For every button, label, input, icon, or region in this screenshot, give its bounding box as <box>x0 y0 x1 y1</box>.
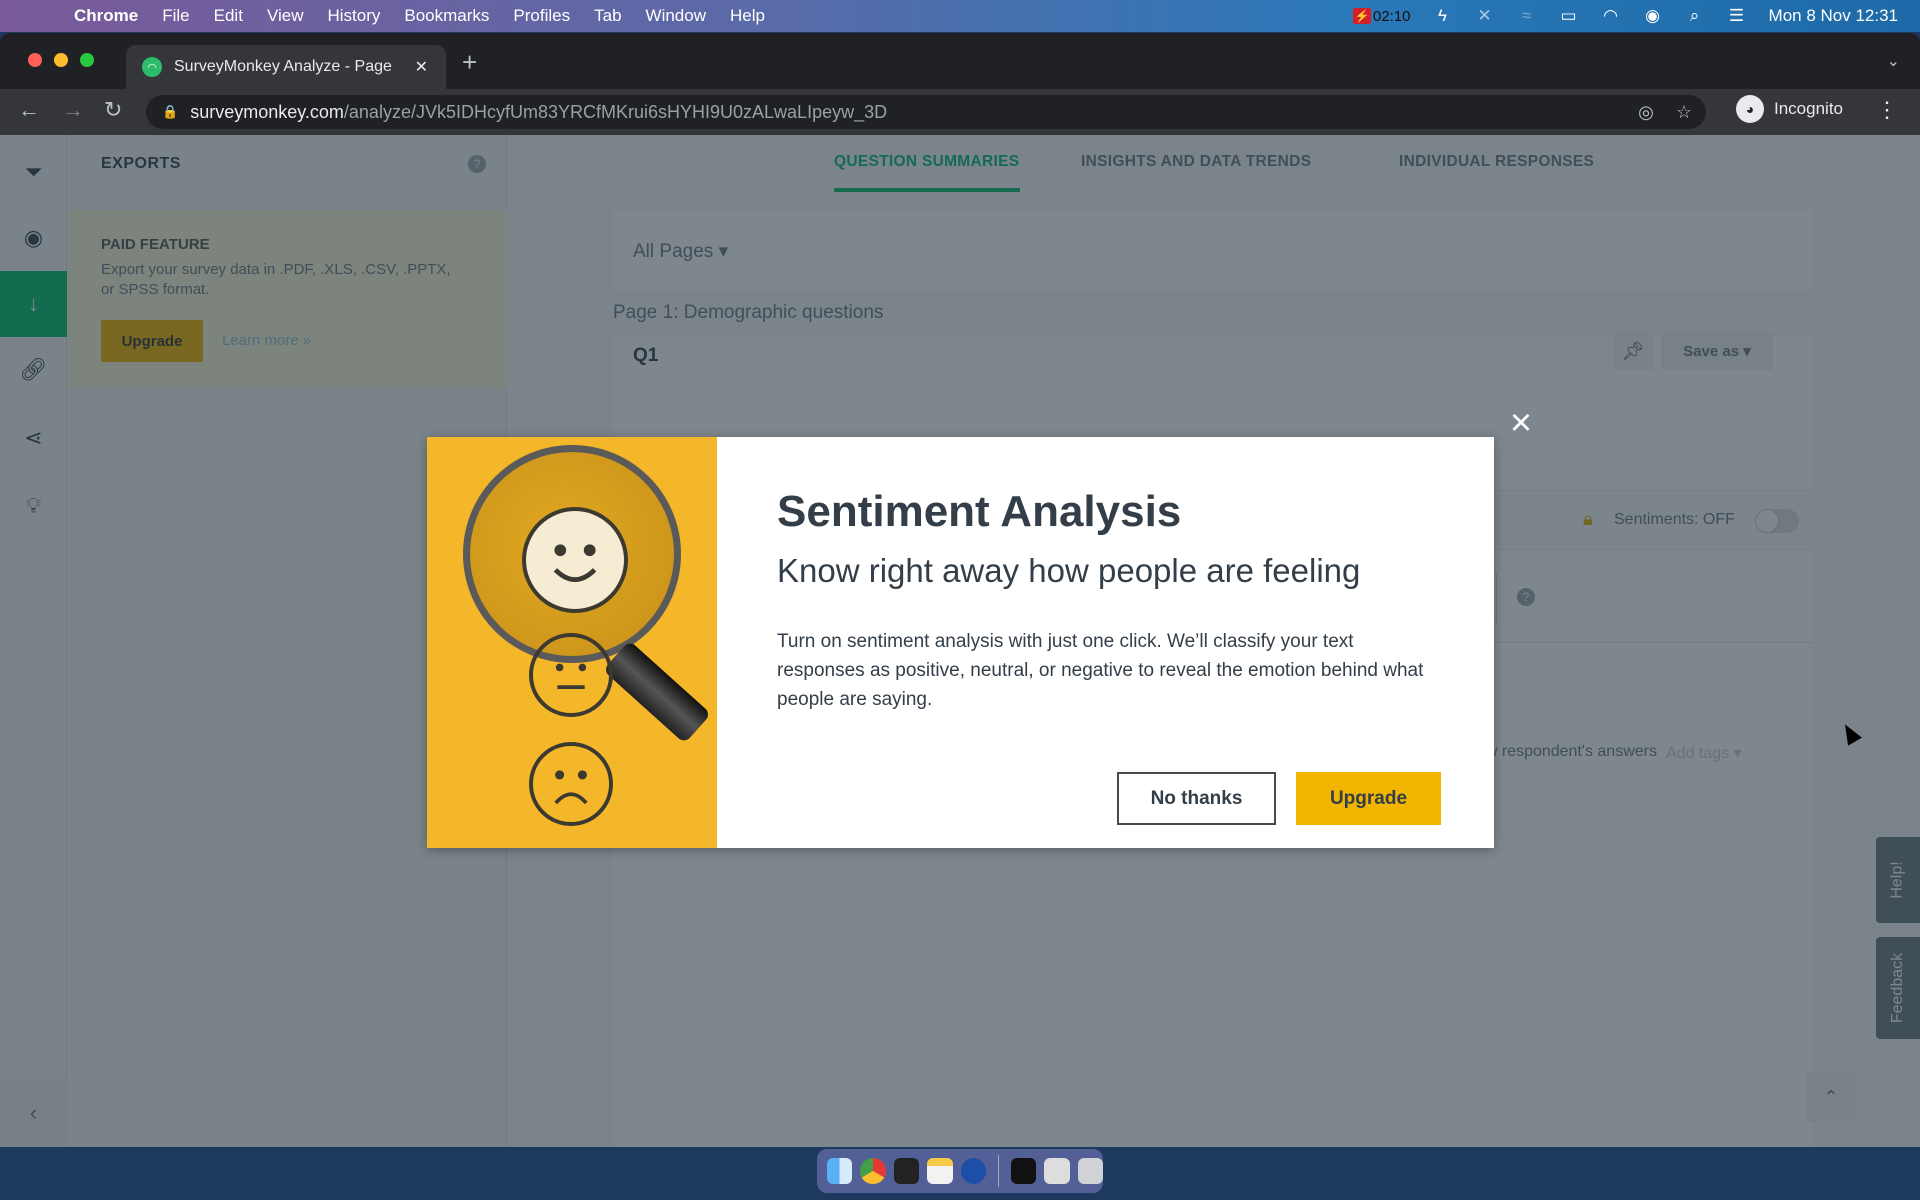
screen-recording-indicator[interactable]: ⚡ 02:10 <box>1352 7 1411 25</box>
trash-icon[interactable] <box>1077 1158 1103 1184</box>
menu-profiles[interactable]: Profiles <box>513 6 570 26</box>
chrome-icon[interactable] <box>860 1158 886 1184</box>
sentiment-illustration <box>427 437 717 848</box>
close-window-button[interactable] <box>28 53 42 67</box>
bolt-app-icon[interactable]: ϟ <box>1433 6 1453 26</box>
menu-app-name[interactable]: Chrome <box>74 6 138 26</box>
tab-search-chevron-icon[interactable]: ⌄ <box>1887 51 1900 71</box>
incognito-profile-button[interactable]: ◕ Incognito <box>1736 95 1843 123</box>
screen-recording-thumb-icon[interactable] <box>1010 1158 1037 1184</box>
happy-face-icon <box>522 507 628 613</box>
modal-close-icon[interactable]: × <box>1505 404 1537 442</box>
menu-view[interactable]: View <box>267 6 304 26</box>
browser-toolbar: ← → ↻ 🔒 surveymonkey.com/analyze/JVk5IDH… <box>0 89 1920 135</box>
control-center-icon[interactable]: ☰ <box>1727 6 1747 26</box>
terminal-icon[interactable] <box>893 1158 920 1184</box>
sad-face-icon <box>529 742 613 826</box>
url-host: surveymonkey.com <box>190 101 344 122</box>
tab-close-icon[interactable]: ✕ <box>415 57 428 77</box>
tab-title: SurveyMonkey Analyze - Page <box>174 58 392 75</box>
bluetooth-icon[interactable]: ✕ <box>1475 6 1495 26</box>
lock-icon[interactable]: 🔒 <box>162 104 178 120</box>
reload-icon[interactable]: ↻ <box>104 97 122 123</box>
tracking-blocked-eye-icon[interactable]: ◎ <box>1638 102 1654 123</box>
notes-icon[interactable] <box>927 1158 953 1184</box>
menu-tab[interactable]: Tab <box>594 6 621 26</box>
menu-file[interactable]: File <box>162 6 189 26</box>
recording-time: 02:10 <box>1372 7 1411 25</box>
reeder-icon[interactable] <box>960 1158 986 1184</box>
tab-strip: ◠ SurveyMonkey Analyze - Page ✕ + ⌄ <box>0 33 1920 89</box>
menu-bookmarks[interactable]: Bookmarks <box>404 6 489 26</box>
wifi-icon[interactable]: ◠ <box>1601 6 1621 26</box>
modal-subtitle: Know right away how people are feeling <box>777 552 1361 589</box>
surveymonkey-favicon: ◠ <box>142 57 162 77</box>
url-path: /analyze/JVk5IDHcyfUm83YRCfMKrui6sHYHI9U… <box>343 101 888 122</box>
menu-help[interactable]: Help <box>730 6 765 26</box>
airdrop-icon[interactable]: ≈ <box>1517 6 1537 26</box>
upgrade-button[interactable]: Upgrade <box>1296 772 1441 825</box>
minimize-window-button[interactable] <box>54 53 68 67</box>
record-icon: ⚡ <box>1352 8 1371 24</box>
modal-body: Sentiment Analysis Know right away how p… <box>717 437 1494 848</box>
forward-arrow-icon[interactable]: → <box>62 97 84 123</box>
modal-title: Sentiment Analysis <box>777 487 1182 536</box>
address-bar[interactable]: 🔒 surveymonkey.com/analyze/JVk5IDHcyfUm8… <box>146 95 1706 129</box>
back-arrow-icon[interactable]: ← <box>18 97 40 123</box>
browser-menu-kebab-icon[interactable]: ⋮ <box>1876 97 1898 123</box>
macos-dock <box>817 1149 1103 1193</box>
screenshot-thumb-icon[interactable] <box>1044 1158 1070 1184</box>
new-tab-button[interactable]: + <box>462 47 477 78</box>
menu-history[interactable]: History <box>327 6 380 26</box>
browser-tab-active[interactable]: ◠ SurveyMonkey Analyze - Page ✕ <box>126 45 446 89</box>
neutral-face-icon <box>529 633 613 717</box>
window-controls <box>28 53 94 67</box>
finder-icon[interactable] <box>827 1158 853 1184</box>
spotlight-search-icon[interactable]: ⌕ <box>1685 6 1705 26</box>
modal-description: Turn on sentiment analysis with just one… <box>777 631 1424 710</box>
battery-icon[interactable]: ▭ <box>1559 6 1579 26</box>
profile-label: Incognito <box>1774 99 1843 118</box>
menu-window[interactable]: Window <box>646 6 706 26</box>
user-icon[interactable]: ◉ <box>1643 6 1663 26</box>
bookmark-star-icon[interactable]: ☆ <box>1676 102 1692 123</box>
incognito-icon: ◕ <box>1736 95 1764 123</box>
maximize-window-button[interactable] <box>80 53 94 67</box>
no-thanks-button[interactable]: No thanks <box>1117 772 1276 825</box>
macos-menubar: Chrome File Edit View History Bookmarks … <box>0 0 1920 32</box>
magnifier-handle <box>602 640 712 744</box>
sentiment-analysis-modal: Sentiment Analysis Know right away how p… <box>427 437 1494 848</box>
dock-separator <box>997 1155 999 1187</box>
menu-edit[interactable]: Edit <box>214 6 243 26</box>
menubar-clock[interactable]: Mon 8 Nov 12:31 <box>1769 6 1898 26</box>
